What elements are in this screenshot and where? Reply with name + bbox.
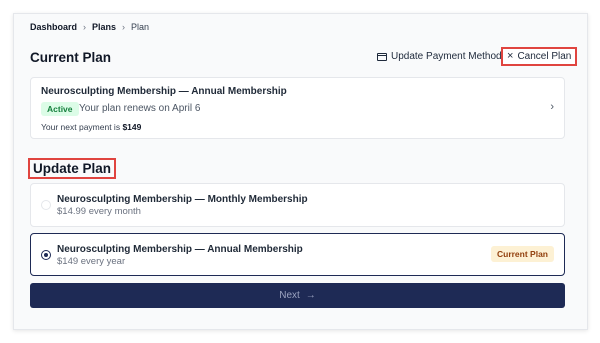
plan-option-price: $149 every year [57, 256, 126, 267]
plan-option-monthly[interactable]: Neurosculpting Membership — Monthly Memb… [30, 183, 565, 227]
breadcrumb-plans[interactable]: Plans [92, 22, 116, 32]
update-payment-method-button[interactable]: Update Payment Method [377, 51, 502, 62]
breadcrumb: Dashboard › Plans › Plan [30, 22, 149, 32]
breadcrumb-separator-icon: › [83, 22, 87, 32]
cancel-plan-label: Cancel Plan [517, 51, 572, 62]
close-icon: × [507, 50, 514, 62]
plan-option-annual[interactable]: Neurosculpting Membership — Annual Membe… [30, 233, 565, 276]
next-button[interactable]: Next → [30, 283, 565, 308]
credit-card-icon [377, 52, 387, 61]
current-plan-name: Neurosculpting Membership — Annual Membe… [41, 86, 287, 97]
update-payment-method-label: Update Payment Method [391, 51, 502, 62]
next-button-label: Next [279, 290, 300, 301]
chevron-right-icon: › [550, 101, 554, 113]
current-plan-card[interactable]: Neurosculpting Membership — Annual Membe… [30, 77, 565, 139]
renewal-text: Your plan renews on April 6 [79, 103, 201, 114]
breadcrumb-plan: Plan [131, 22, 150, 32]
plan-option-name: Neurosculpting Membership — Annual Membe… [57, 244, 303, 255]
arrow-right-icon: → [305, 290, 316, 301]
current-plan-badge: Current Plan [490, 246, 554, 262]
breadcrumb-dashboard[interactable]: Dashboard [30, 22, 77, 32]
breadcrumb-separator-icon: › [122, 22, 126, 32]
next-payment-text: Your next payment is $149 [41, 122, 141, 132]
next-payment-prefix: Your next payment is [41, 122, 121, 132]
radio-button-selected[interactable] [41, 250, 51, 260]
status-badge: Active [41, 102, 79, 116]
radio-button[interactable] [41, 200, 51, 210]
plan-option-name: Neurosculpting Membership — Monthly Memb… [57, 194, 308, 205]
cancel-plan-button[interactable]: × Cancel Plan [501, 47, 578, 66]
update-plan-title: Update Plan [28, 158, 117, 179]
next-payment-amount: $149 [122, 122, 142, 132]
current-plan-title: Current Plan [30, 50, 112, 65]
plan-page: Dashboard › Plans › Plan Current Plan Up… [13, 13, 588, 330]
plan-option-price: $14.99 every month [57, 206, 141, 217]
